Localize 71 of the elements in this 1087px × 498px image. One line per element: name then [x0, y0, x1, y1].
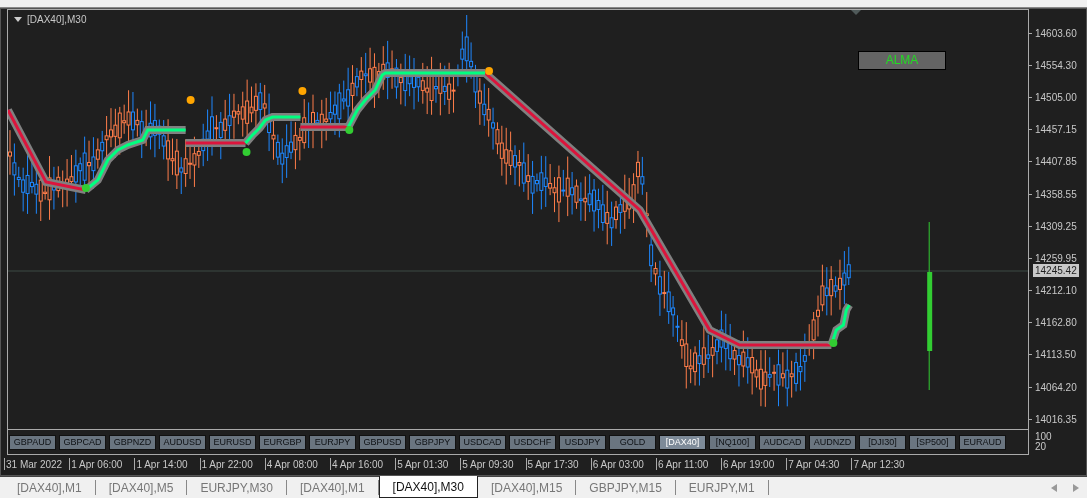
time-label: 5 Apr 01:30: [397, 459, 449, 470]
chart-tab[interactable]: [DAX40],M1: [286, 480, 379, 495]
symbol-button[interactable]: EURGBP: [259, 434, 306, 450]
symbol-button[interactable]: AUDCAD: [759, 434, 806, 450]
chart-tab[interactable]: EURJPY,M30: [187, 480, 287, 495]
chart-tab[interactable]: [DAX40],M1: [4, 480, 96, 495]
scroll-right-icon[interactable]: [1073, 483, 1079, 492]
time-label: 1 Apr 14:00: [136, 459, 188, 470]
time-label: 5 Apr 09:30: [462, 459, 514, 470]
time-label: 5 Apr 17:30: [527, 459, 579, 470]
symbol-button[interactable]: AUDNZD: [809, 434, 856, 450]
price-label: 14064.20: [1035, 381, 1077, 393]
chart-tab[interactable]: [DAX40],M15: [477, 480, 577, 495]
time-label: 31 Mar 2022: [6, 459, 63, 470]
signal-dot: [298, 87, 307, 95]
price-label: 14113.50: [1035, 349, 1076, 361]
symbol-button[interactable]: EURJPY: [309, 434, 356, 450]
time-label: 4 Apr 08:00: [266, 459, 318, 470]
price-label: 14016.35: [1035, 413, 1077, 425]
symbol-button[interactable]: USDJPY: [559, 434, 606, 450]
symbol-button[interactable]: EURAUD: [959, 434, 1006, 450]
scale-label: 100: [1035, 432, 1052, 442]
time-label: 1 Apr 22:00: [201, 459, 253, 470]
symbol-button[interactable]: [NQ100]: [709, 434, 756, 450]
symbol-button[interactable]: GBPAUD: [9, 434, 56, 450]
symbol-button[interactable]: AUDUSD: [159, 434, 206, 450]
time-label: 4 Apr 16:00: [331, 459, 384, 470]
signal-dot: [829, 339, 838, 347]
time-label: 6 Apr 03:00: [592, 459, 644, 470]
symbol-button[interactable]: GBPCAD: [59, 434, 106, 450]
symbol-button[interactable]: [DJI30]: [859, 434, 906, 450]
chart-shift-marker-icon[interactable]: [851, 10, 861, 15]
time-label: 1 Apr 06:00: [71, 459, 123, 470]
symbol-button[interactable]: GBPJPY: [409, 434, 456, 450]
signal-dot: [345, 126, 354, 134]
signal-dot: [242, 148, 251, 156]
time-label: 7 Apr 04:30: [788, 459, 840, 470]
symbol-button[interactable]: [SP500]: [909, 434, 956, 450]
chart-title: [DAX40],M30: [27, 14, 87, 25]
symbol-button[interactable]: GBPUSD: [359, 434, 406, 450]
price-label: 14603.60: [1035, 27, 1077, 39]
price-label: 14358.55: [1035, 188, 1077, 200]
price-label: 14505.00: [1035, 91, 1077, 103]
signal-dot: [186, 96, 195, 104]
time-label: 7 Apr 12:30: [853, 459, 905, 470]
chart-tab[interactable]: [DAX40],M30: [378, 476, 478, 498]
scale-label: 20: [1035, 442, 1048, 452]
price-label: 14554.30: [1035, 59, 1077, 71]
signal-dot: [81, 184, 90, 192]
symbol-button[interactable]: USDCAD: [459, 434, 506, 450]
scroll-left-icon[interactable]: [1051, 483, 1057, 492]
dropdown-triangle-icon[interactable]: [14, 17, 22, 22]
symbol-button[interactable]: [DAX40]: [659, 434, 706, 450]
price-label: 14162.80: [1035, 317, 1077, 329]
chart-tab[interactable]: [DAX40],M5: [95, 480, 188, 495]
symbol-button[interactable]: GBPNZD: [109, 434, 156, 450]
price-label: 14407.85: [1035, 156, 1077, 168]
price-label: 14259.95: [1035, 252, 1077, 264]
price-label: 14212.10: [1035, 285, 1077, 297]
chart-tab[interactable]: GBPJPY,M15: [576, 480, 676, 495]
price-label: 14457.15: [1035, 124, 1077, 136]
symbol-button[interactable]: EURUSD: [209, 434, 256, 450]
time-label: 6 Apr 11:00: [657, 459, 709, 470]
symbol-button[interactable]: GOLD: [609, 434, 656, 450]
signal-dot: [485, 67, 494, 75]
indicator-label: ALMA: [858, 51, 946, 70]
symbol-button[interactable]: USDCHF: [509, 434, 556, 450]
price-label: 14309.25: [1035, 220, 1077, 232]
time-label: 6 Apr 19:00: [723, 459, 775, 470]
chart-tab[interactable]: EURJPY,M1: [675, 480, 769, 495]
current-price-label: 14245.42: [1033, 264, 1079, 277]
